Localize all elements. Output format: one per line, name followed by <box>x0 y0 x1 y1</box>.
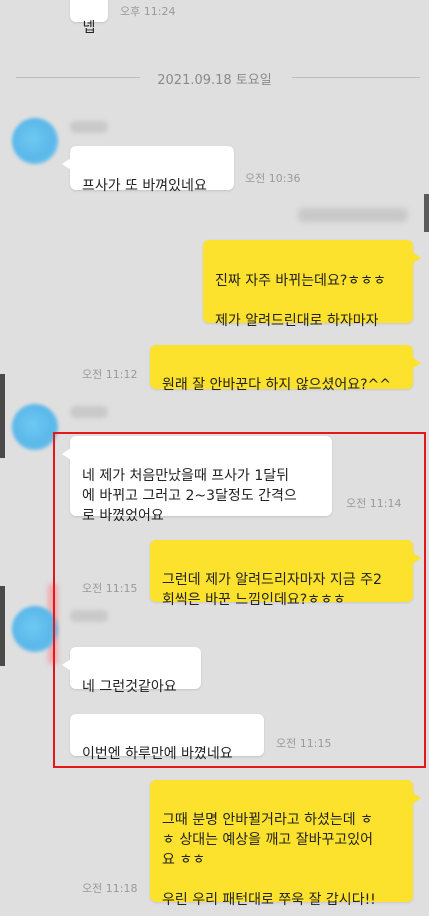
profile-avatar[interactable] <box>12 404 58 450</box>
message-time: 오전 10:36 <box>245 172 301 185</box>
profile-avatar[interactable] <box>12 606 58 652</box>
edge-bar <box>0 374 5 458</box>
message-text: 원래 잘 안바꾼다 하지 않으셨어요?^^ <box>162 377 392 393</box>
blurred-content <box>298 208 408 222</box>
profile-avatar[interactable] <box>12 118 58 164</box>
message-bubble-sent[interactable]: 그때 분명 안바뀔거라고 하셨는데 ㅎ ㅎ 상대는 예상을 깨고 잘바꾸고있어 … <box>150 780 421 908</box>
message-time: 오후 11:24 <box>120 5 176 18</box>
message-bubble-partial[interactable]: 넵 <box>70 0 108 36</box>
highlight-box <box>53 432 426 768</box>
message-text: 프사가 또 바껴있네요 <box>82 178 207 194</box>
message-text: 넵 <box>82 20 96 36</box>
edge-bar <box>424 194 429 232</box>
message-time: 오전 11:12 <box>82 368 138 381</box>
message-bubble-sent[interactable]: 진짜 자주 바뀌는데요?ㅎㅎㅎ 제가 알려드린대로 하자마자 <box>203 240 421 329</box>
edge-bar <box>0 586 5 666</box>
date-separator: 2021.09.18 토요일 <box>157 73 272 88</box>
message-time: 오전 11:18 <box>82 882 138 895</box>
message-bubble-received[interactable]: 프사가 또 바껴있네요 <box>62 146 234 194</box>
sender-name <box>70 406 108 418</box>
sender-name <box>70 121 108 133</box>
message-text: 진짜 자주 바뀌는데요?ㅎㅎㅎ 제가 알려드린대로 하자마자 <box>215 273 386 329</box>
message-bubble-sent[interactable]: 원래 잘 안바꾼다 하지 않으셨어요?^^ <box>150 345 421 393</box>
message-text: 그때 분명 안바뀔거라고 하셨는데 ㅎ ㅎ 상대는 예상을 깨고 잘바꾸고있어 … <box>162 812 376 908</box>
